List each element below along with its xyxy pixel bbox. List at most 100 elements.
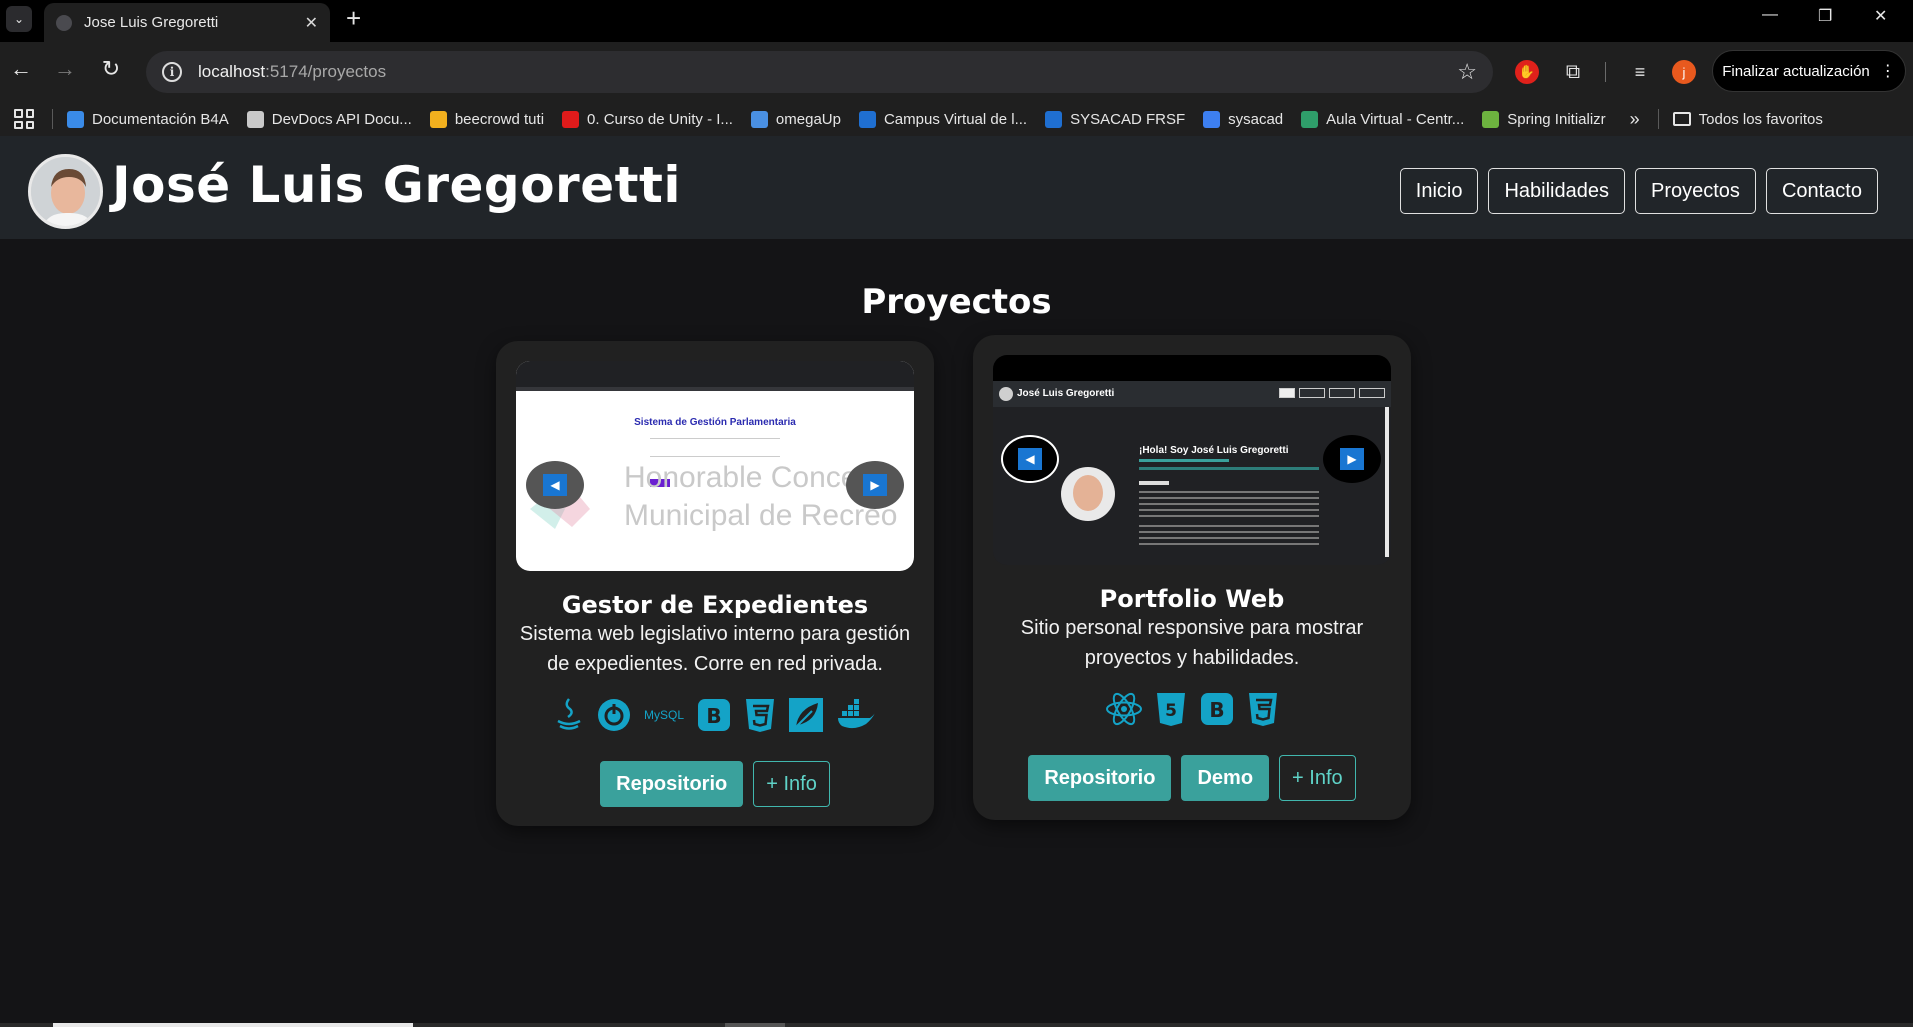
apps-grid-icon[interactable] [14,109,34,129]
project-title: Gestor de Expedientes [561,591,869,619]
nav-inicio[interactable]: Inicio [1399,168,1479,214]
project-title: Portfolio Web [1099,585,1285,613]
bookmark-item[interactable]: Spring Initializr [1482,110,1606,128]
forward-arrow-icon[interactable]: → [50,56,80,82]
project-buttons: Repositorio Demo + Info [973,755,1411,801]
update-button-label: Finalizar actualización [1722,62,1870,80]
bookmark-favicon-icon [750,110,768,128]
window-close-icon[interactable]: ✕ [1874,6,1887,26]
bookmark-star-icon[interactable]: ☆ [1457,59,1477,85]
media-controls-icon[interactable]: ≡ [1628,60,1652,84]
site-title[interactable]: José Luis Gregoretti [112,156,681,214]
preview-watermark-1: Honorable Concejo [624,461,881,494]
all-bookmarks-folder[interactable]: Todos los favoritos [1672,110,1823,128]
adblock-extension-icon[interactable]: ✋ [1515,60,1539,84]
svg-text:B: B [1209,698,1224,722]
globe-icon [56,14,72,31]
bootstrap-icon: B [1199,691,1235,727]
bookmark-favicon-icon [429,110,447,128]
section-title: Proyectos [861,282,1052,322]
carousel-next-button[interactable]: ▶ [1323,435,1381,483]
repository-button[interactable]: Repositorio [600,761,744,807]
prev-arrow-icon: ◀ [1018,448,1042,470]
back-arrow-icon[interactable]: ← [6,56,36,82]
spring-icon [788,697,824,733]
preview-heading: Sistema de Gestión Parlamentaria [634,417,796,428]
java-icon [554,697,584,733]
bookmark-item[interactable]: sysacad [1203,110,1284,128]
nav-proyectos[interactable]: Proyectos [1635,168,1756,214]
prev-arrow-icon: ◀ [543,474,567,496]
bookmarks-divider [1657,109,1659,129]
bookmark-label: Aula Virtual - Centr... [1326,110,1465,128]
avatar [28,154,103,229]
bootstrap-icon: B [696,697,732,733]
nav-habilidades[interactable]: Habilidades [1488,168,1625,214]
next-arrow-icon: ▶ [1340,448,1364,470]
reload-icon[interactable]: ↻ [96,56,126,82]
bookmark-favicon-icon [1203,110,1221,128]
nav-contacto[interactable]: Contacto [1765,168,1878,214]
extensions-puzzle-icon[interactable]: ⧉ [1561,60,1585,84]
bookmark-favicon-icon [67,110,84,128]
browser-tab[interactable]: Jose Luis Gregoretti ✕ [44,3,330,42]
carousel-prev-button[interactable]: ◀ [526,461,584,509]
page-content: José Luis Gregoretti Inicio Habilidades … [0,136,1913,1027]
more-menu-icon: ⋮ [1879,63,1896,80]
update-browser-button[interactable]: Finalizar actualización ⋮ [1712,50,1906,92]
preview-heading: ¡Hola! Soy José Luis Gregoretti [1139,445,1289,456]
scrollbar-thumb[interactable] [53,1023,413,1027]
folder-icon [1672,112,1691,126]
project-screenshot: José Luis Gregoretti ¡Hola! Soy José Lui… [993,355,1391,565]
bookmark-label: SYSACAD FRSF [1070,110,1186,128]
all-bookmarks-label: Todos los favoritos [1698,110,1823,128]
minimize-icon[interactable]: — [1762,6,1778,24]
bookmark-item[interactable]: omegaUp [750,110,841,128]
next-arrow-icon: ▶ [863,474,887,496]
css3-icon [1247,691,1279,727]
profile-avatar[interactable]: j [1672,60,1696,84]
bookmark-item[interactable]: beecrowd tuti [429,110,545,128]
bookmark-item[interactable]: Aula Virtual - Centr... [1301,110,1465,128]
bookmark-item[interactable]: SYSACAD FRSF [1045,110,1186,128]
more-info-button[interactable]: + Info [753,761,830,807]
bookmark-label: beecrowd tuti [454,110,545,128]
new-tab-button[interactable]: + [346,4,361,32]
site-info-icon[interactable]: i [162,62,182,82]
bookmark-item[interactable]: DevDocs API Docu... [246,110,412,128]
bookmark-item[interactable]: Campus Virtual de l... [858,110,1027,128]
carousel-next-button[interactable]: ▶ [846,461,904,509]
bookmark-label: Documentación B4A [92,110,229,128]
tab-search-button[interactable]: ⌄ [6,6,32,32]
css3-icon [744,697,776,733]
bookmark-label: sysacad [1228,110,1284,128]
bookmark-favicon-icon [858,110,876,128]
url-host: localhost [198,62,266,81]
project-description: Sistema web legislativo interno para ges… [519,623,911,675]
mysql-icon: MySQL [643,708,684,722]
docker-icon [836,697,876,733]
bookmark-item[interactable]: Documentación B4A [67,110,229,128]
restore-icon[interactable]: ❐ [1818,6,1832,26]
bookmark-favicon-icon [1482,110,1500,128]
react-icon [1105,691,1143,727]
repository-button[interactable]: Repositorio [1028,755,1172,801]
bookmark-label: DevDocs API Docu... [271,110,412,128]
tech-icons: MySQL B [496,697,934,733]
demo-button[interactable]: Demo [1181,755,1270,801]
carousel-prev-button[interactable]: ◀ [1001,435,1059,483]
bookmark-label: omegaUp [775,110,841,128]
close-tab-icon[interactable]: ✕ [305,13,318,33]
project-screenshot: Sistema de Gestión Parlamentaria Honorab… [516,361,914,571]
bookmark-label: 0. Curso de Unity - I... [587,110,733,128]
preview-name: José Luis Gregoretti [1017,388,1115,399]
tech-icons: 5 B [973,691,1411,727]
project-card: Sistema de Gestión Parlamentaria Honorab… [496,341,934,826]
project-card: José Luis Gregoretti ¡Hola! Soy José Lui… [973,335,1411,820]
spring-boot-icon [596,697,632,733]
bookmark-item[interactable]: 0. Curso de Unity - I... [562,110,733,128]
bookmark-favicon-icon [1301,110,1319,128]
address-bar[interactable]: i localhost:5174/proyectos ☆ [146,51,1493,93]
more-bookmarks-icon[interactable]: » [1630,109,1640,130]
more-info-button[interactable]: + Info [1279,755,1356,801]
